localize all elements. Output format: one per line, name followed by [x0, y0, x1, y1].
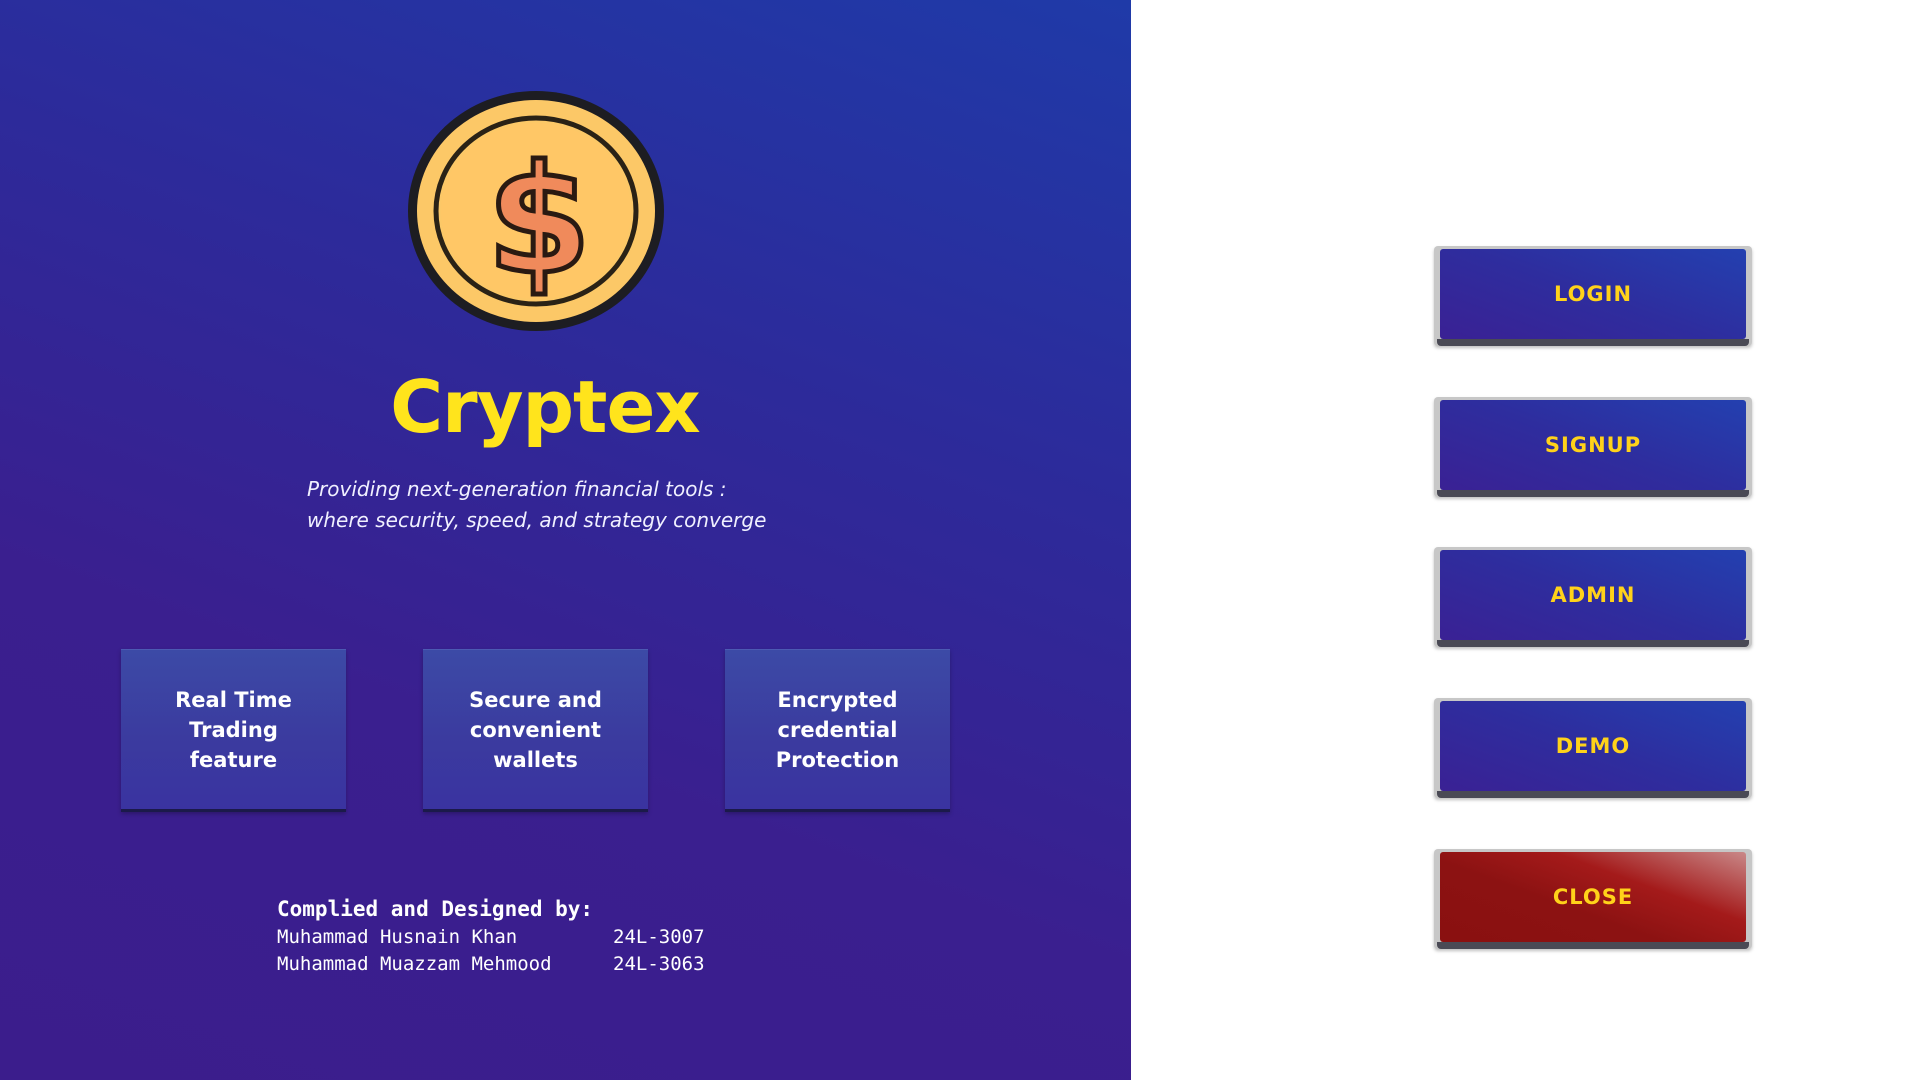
tagline-line-1: Providing next-generation financial tool… [307, 477, 727, 501]
author-name: Muhammad Muazzam Mehmood [277, 953, 552, 975]
feature-label: Secure and convenient wallets [469, 687, 602, 772]
tagline-line-2: where security, speed, and strategy conv… [307, 508, 767, 532]
login-button-label: LOGIN [1553, 282, 1633, 306]
author-name: Muhammad Husnain Khan [277, 926, 518, 948]
signup-button[interactable]: SIGNUP [1434, 397, 1752, 497]
admin-button[interactable]: ADMIN [1434, 547, 1752, 647]
author-id: 24L-3063 [613, 953, 705, 975]
feature-card-encrypted-protection: Encrypted credential Protection [725, 649, 950, 812]
feature-card-realtime-trading: Real Time Trading feature [121, 649, 346, 812]
signup-button-label: SIGNUP [1544, 433, 1642, 457]
credits-author-row: Muhammad Muazzam Mehmood 24L-3063 [277, 951, 705, 978]
close-button[interactable]: CLOSE [1434, 849, 1752, 949]
author-id: 24L-3007 [613, 926, 705, 948]
credits-author-row: Muhammad Husnain Khan 24L-3007 [277, 924, 705, 951]
svg-text:$: $ [487, 134, 591, 308]
feature-card-secure-wallets: Secure and convenient wallets [423, 649, 648, 812]
left-panel: $ Cryptex Providing next-generation fina… [0, 0, 1131, 1080]
tagline: Providing next-generation financial tool… [307, 474, 827, 536]
admin-button-label: ADMIN [1550, 583, 1636, 607]
dollar-coin-icon: $ [408, 91, 664, 331]
demo-button-label: DEMO [1555, 734, 1631, 758]
login-button[interactable]: LOGIN [1434, 246, 1752, 346]
credits-heading: Complied and Designed by: [277, 897, 594, 921]
close-button-label: CLOSE [1552, 885, 1634, 909]
demo-button[interactable]: DEMO [1434, 698, 1752, 798]
feature-label: Encrypted credential Protection [775, 687, 900, 772]
feature-label: Real Time Trading feature [175, 687, 292, 772]
brand-title: Cryptex [390, 365, 701, 449]
credits: Complied and Designed by: Muhammad Husna… [277, 894, 705, 978]
